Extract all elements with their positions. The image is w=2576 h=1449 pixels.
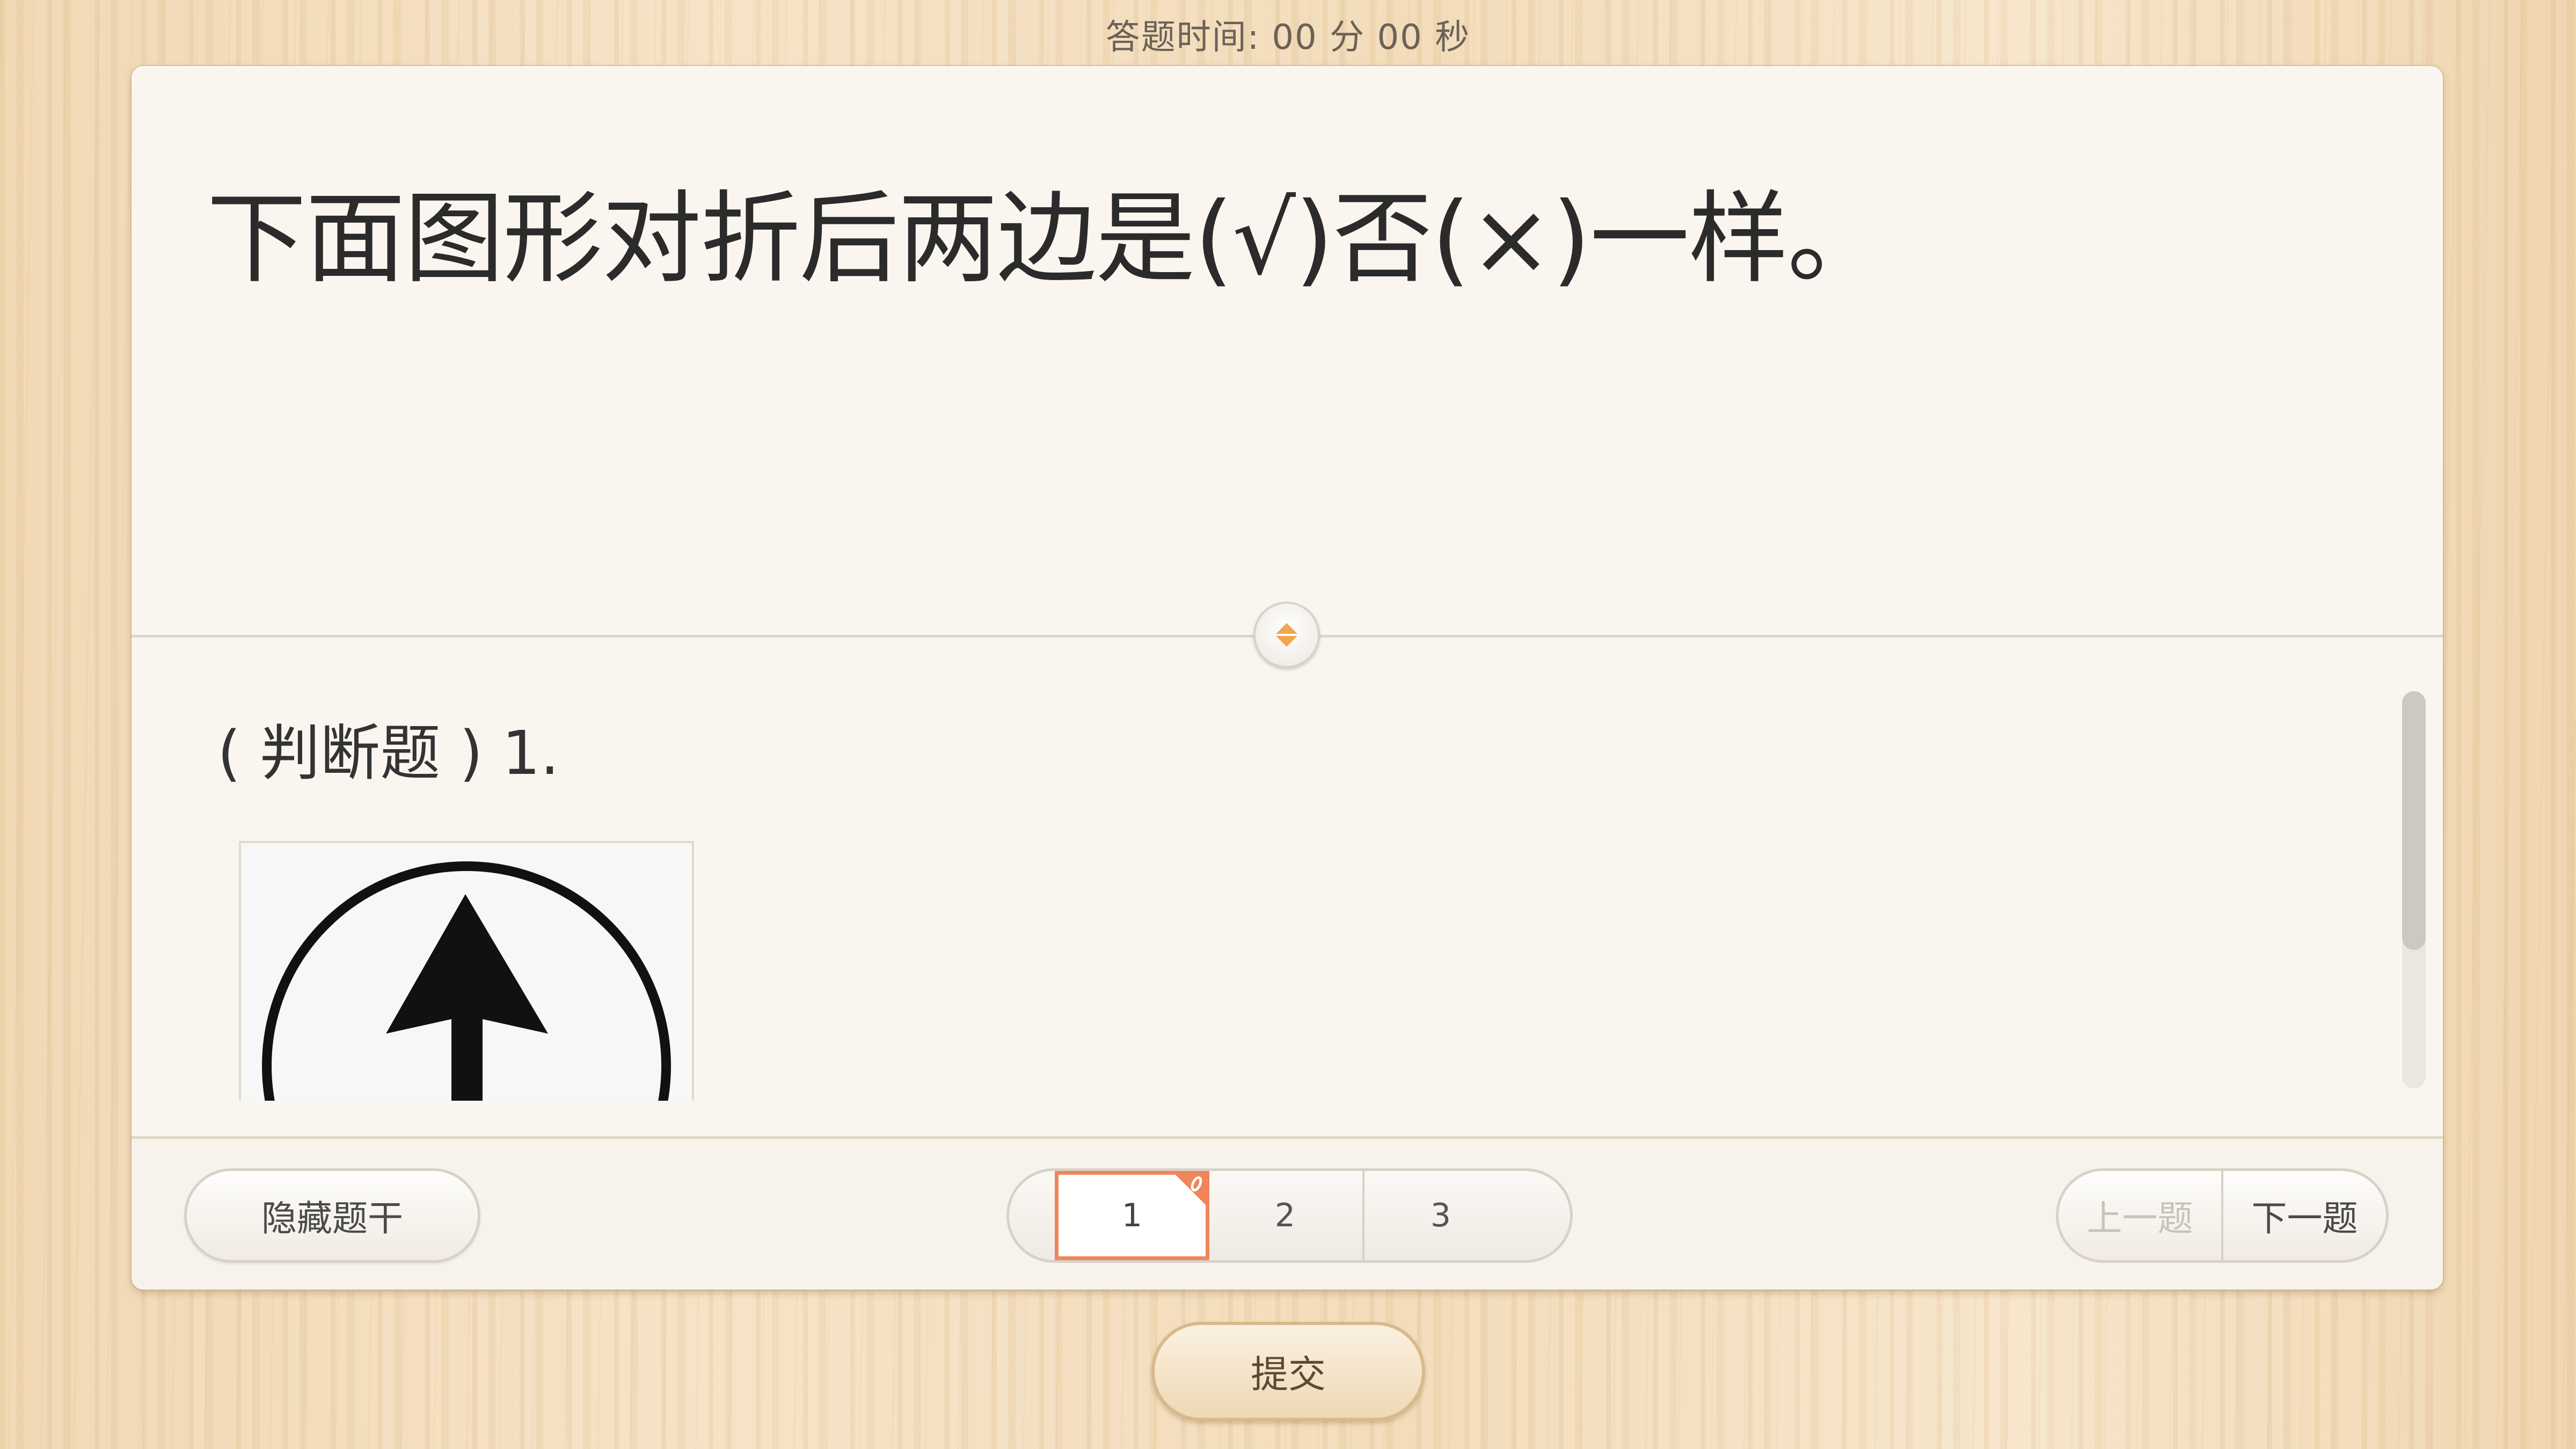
page-button-2[interactable]: 2 [1208, 1171, 1362, 1260]
page-button-1[interactable]: 1 [1055, 1171, 1209, 1260]
splitter-handle[interactable] [1253, 602, 1320, 668]
page-number: 1 [1121, 1197, 1143, 1234]
resize-arrows-icon [1276, 623, 1297, 647]
question-pager: 1 2 3 [1006, 1168, 1573, 1263]
up-arrow-in-circle-icon [262, 861, 671, 1101]
page-number: 3 [1430, 1197, 1451, 1234]
marked-flag-icon [1172, 1171, 1209, 1209]
question-figure [239, 841, 694, 1101]
hide-stem-button[interactable]: 隐藏题干 [184, 1168, 480, 1263]
page-button-3[interactable]: 3 [1362, 1171, 1517, 1260]
timer-label: 答题时间: [1105, 18, 1260, 57]
question-type-label: ( 判断题 ) 1. [217, 719, 560, 788]
page-number: 2 [1274, 1197, 1296, 1234]
question-nav: 上一题 下一题 [2056, 1168, 2389, 1263]
question-stem: 下面图形对折后两边是(√)否(×)一样。 [207, 180, 1887, 297]
question-card: 下面图形对折后两边是(√)否(×)一样。 ( 判断题 ) 1. 隐藏题干 1 2 [132, 66, 2443, 1290]
next-question-button[interactable]: 下一题 [2221, 1171, 2386, 1260]
answer-scrollbar[interactable] [2402, 691, 2426, 1088]
previous-question-button[interactable]: 上一题 [2059, 1171, 2221, 1260]
scrollbar-thumb[interactable] [2402, 691, 2426, 950]
card-footer: 隐藏题干 1 2 3 上一题 下一题 [132, 1136, 2443, 1290]
answer-timer: 答题时间: 00 分 00 秒 [0, 10, 2576, 59]
submit-button[interactable]: 提交 [1151, 1322, 1425, 1421]
timer-value: 00 分 00 秒 [1272, 18, 1471, 57]
